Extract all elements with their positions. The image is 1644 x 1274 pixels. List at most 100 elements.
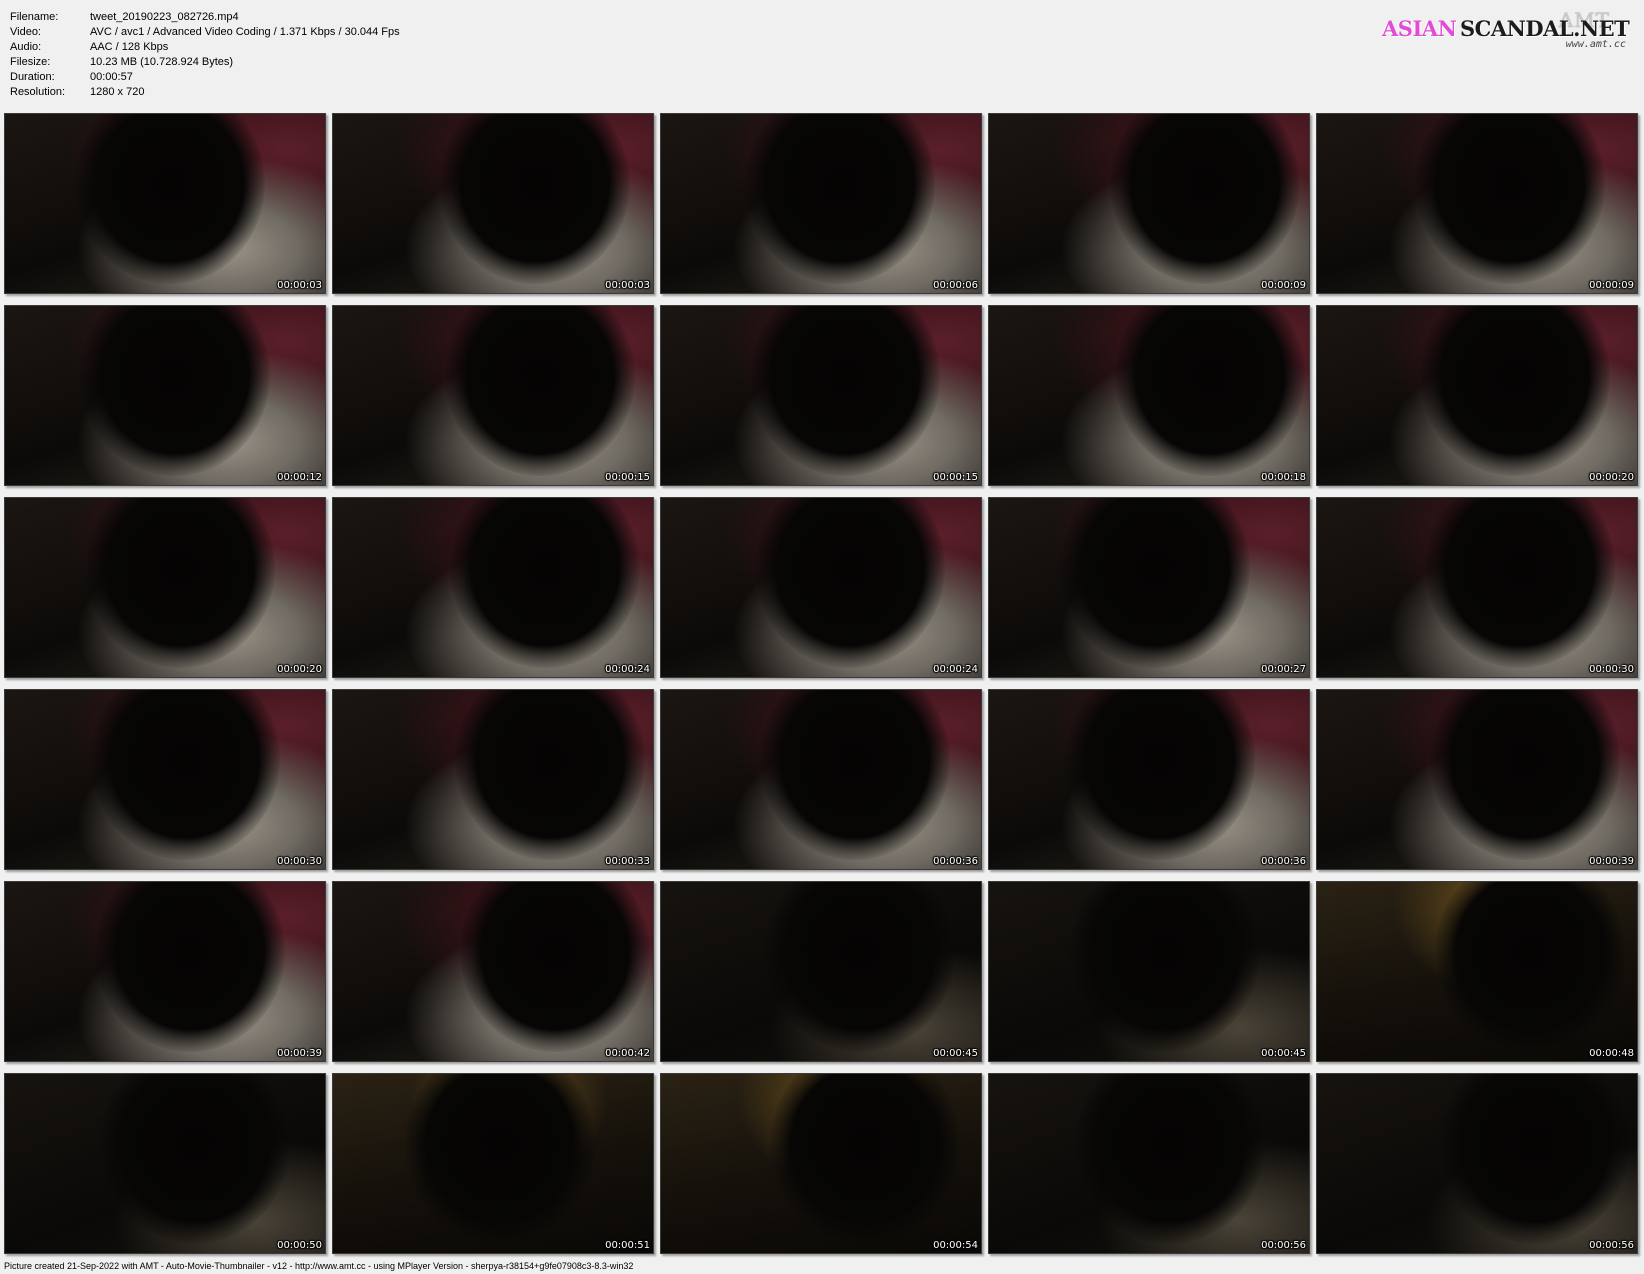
file-info-panel: Filename: tweet_20190223_082726.mp4 Vide… [10, 10, 400, 100]
thumbnail-frame: 00:00:36 [988, 689, 1310, 870]
thumbnail-frame: 00:00:54 [660, 1073, 982, 1254]
thumbnail-timestamp: 00:00:15 [933, 472, 978, 483]
silhouette-shape [1065, 690, 1255, 860]
thumbnail-image [1317, 306, 1637, 485]
thumbnail-frame: 00:00:06 [660, 113, 982, 294]
info-row-audio: Audio: AAC / 128 Kbps [10, 40, 400, 55]
silhouette-shape [770, 1074, 960, 1244]
thumbnail-timestamp: 00:00:51 [605, 1240, 650, 1251]
thumbnail-timestamp: 00:00:24 [605, 664, 650, 675]
info-row-filesize: Filesize: 10.23 MB (10.728.924 Bytes) [10, 55, 400, 70]
silhouette-shape [95, 882, 285, 1052]
info-label: Filename: [10, 11, 59, 23]
silhouette-shape [450, 498, 640, 668]
thumbnail-image [989, 306, 1309, 485]
thumbnail-frame: 00:00:42 [332, 881, 654, 1062]
thumbnail-image [333, 1074, 653, 1253]
thumbnail-frame: 00:00:15 [332, 305, 654, 486]
thumbnail-image [989, 690, 1309, 869]
thumbnail-timestamp: 00:00:39 [277, 1048, 322, 1059]
info-label: Video: [10, 26, 41, 38]
silhouette-shape [755, 498, 945, 668]
thumbnail-image [1317, 690, 1637, 869]
thumbnail-frame: 00:00:39 [4, 881, 326, 1062]
silhouette-shape [1070, 882, 1260, 1052]
footer-credit: Picture created 21-Sep-2022 with AMT - A… [4, 1261, 634, 1271]
thumbnail-frame: 00:00:15 [660, 305, 982, 486]
thumbnail-image [333, 498, 653, 677]
info-value: 10.23 MB (10.728.924 Bytes) [90, 56, 234, 68]
thumbnail-image [661, 690, 981, 869]
logo-url: www.amt.cc [1565, 39, 1626, 50]
thumbnail-grid: 00:00:03 00:00:03 00:00:06 00:00:09 00:00:09… [4, 113, 1638, 1254]
info-value: AVC / avc1 / Advanced Video Coding / 1.3… [90, 26, 400, 38]
thumbnail-frame: 00:00:30 [4, 689, 326, 870]
silhouette-shape [460, 882, 650, 1052]
thumbnail-timestamp: 00:00:56 [1589, 1240, 1634, 1251]
thumbnail-frame: 00:00:45 [988, 881, 1310, 1062]
thumbnail-frame: 00:00:48 [1316, 881, 1638, 1062]
thumbnail-frame: 00:00:12 [4, 305, 326, 486]
silhouette-shape [1115, 306, 1305, 476]
thumbnail-timestamp: 00:00:56 [1261, 1240, 1306, 1251]
thumbnail-frame: 00:00:18 [988, 305, 1310, 486]
thumbnail-timestamp: 00:00:24 [933, 664, 978, 675]
thumbnail-timestamp: 00:00:12 [277, 472, 322, 483]
thumbnail-image [5, 1074, 325, 1253]
thumbnail-timestamp: 00:00:36 [933, 856, 978, 867]
thumbnail-timestamp: 00:00:39 [1589, 856, 1634, 867]
thumbnail-timestamp: 00:00:50 [277, 1240, 322, 1251]
thumbnail-timestamp: 00:00:03 [277, 280, 322, 291]
info-value: AAC / 128 Kbps [90, 41, 169, 53]
thumbnail-timestamp: 00:00:06 [933, 280, 978, 291]
thumbnail-image [5, 690, 325, 869]
silhouette-shape [1435, 882, 1625, 1052]
thumbnail-image [989, 882, 1309, 1061]
thumbnail-image [989, 114, 1309, 293]
thumbnail-image [661, 498, 981, 677]
silhouette-shape [1060, 498, 1250, 668]
thumbnail-timestamp: 00:00:54 [933, 1240, 978, 1251]
info-label: Filesize: [10, 56, 51, 68]
thumbnail-frame: 00:00:24 [332, 497, 654, 678]
silhouette-shape [455, 690, 645, 860]
thumbnail-image [661, 1074, 981, 1253]
silhouette-shape [745, 114, 935, 284]
info-label: Duration: [10, 71, 55, 83]
thumbnail-frame: 00:00:03 [332, 113, 654, 294]
thumbnail-timestamp: 00:00:33 [605, 856, 650, 867]
info-value: 00:00:57 [90, 71, 133, 83]
thumbnail-timestamp: 00:00:20 [1589, 472, 1634, 483]
thumbnail-timestamp: 00:00:30 [277, 856, 322, 867]
silhouette-shape [1420, 306, 1610, 476]
info-row-resolution: Resolution: 1280 x 720 [10, 85, 400, 100]
thumbnail-timestamp: 00:00:09 [1589, 280, 1634, 291]
thumbnail-frame: 00:00:36 [660, 689, 982, 870]
thumbnail-timestamp: 00:00:15 [605, 472, 650, 483]
logo-word-asian: ASIAN [1382, 16, 1457, 41]
thumbnail-image [661, 882, 981, 1061]
thumbnail-timestamp: 00:00:36 [1261, 856, 1306, 867]
silhouette-shape [1110, 114, 1300, 284]
silhouette-shape [1430, 690, 1620, 860]
info-label: Resolution: [10, 86, 66, 98]
thumbnail-frame: 00:00:30 [1316, 497, 1638, 678]
silhouette-shape [1415, 114, 1605, 284]
thumbnail-image [5, 882, 325, 1061]
thumbnail-image [989, 498, 1309, 677]
info-row-video: Video: AVC / avc1 / Advanced Video Codin… [10, 25, 400, 40]
thumbnail-image [1317, 1074, 1637, 1253]
thumbnail-frame: 00:00:24 [660, 497, 982, 678]
thumbnail-frame: 00:00:20 [1316, 305, 1638, 486]
thumbnail-image [1317, 882, 1637, 1061]
thumbnail-frame: 00:00:56 [1316, 1073, 1638, 1254]
thumbnail-image [989, 1074, 1309, 1253]
thumbnail-image [5, 498, 325, 677]
thumbnail-image [661, 306, 981, 485]
thumbnail-frame: 00:00:50 [4, 1073, 326, 1254]
thumbnail-timestamp: 00:00:42 [605, 1048, 650, 1059]
thumbnail-image [333, 114, 653, 293]
thumbnail-image [333, 690, 653, 869]
thumbnail-frame: 00:00:51 [332, 1073, 654, 1254]
info-label: Audio: [10, 41, 42, 53]
